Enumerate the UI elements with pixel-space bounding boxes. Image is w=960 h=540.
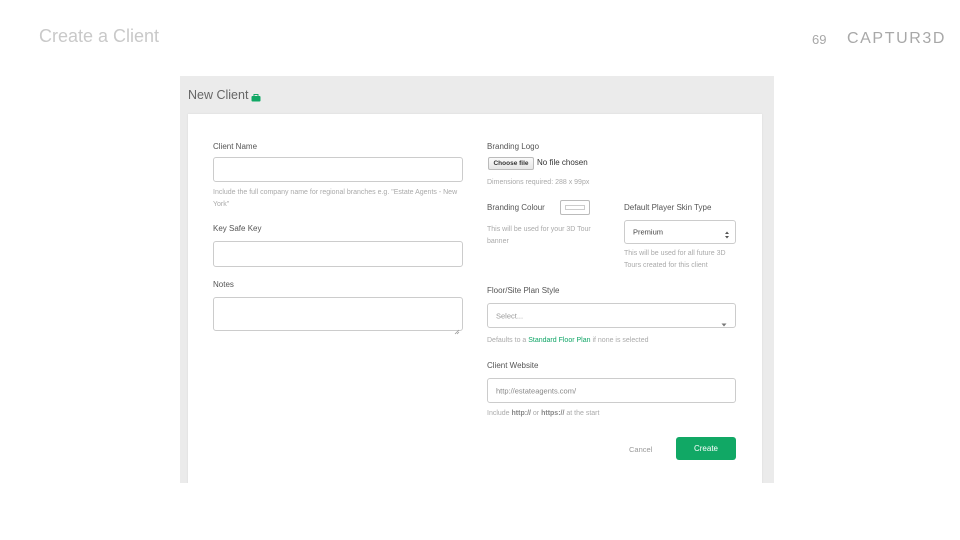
website-hint-https: https:// bbox=[541, 410, 565, 417]
player-skin-select[interactable]: Premium bbox=[624, 220, 736, 244]
form-header: New Client bbox=[188, 88, 261, 102]
key-safe-key-label: Key Safe Key bbox=[213, 224, 262, 233]
branding-colour-hint: This will be used for your 3D Tour banne… bbox=[487, 226, 591, 245]
floor-plan-style-placeholder: Select... bbox=[496, 311, 524, 320]
form-title: New Client bbox=[188, 88, 249, 102]
player-skin-label: Default Player Skin Type bbox=[624, 203, 712, 212]
key-safe-key-input[interactable] bbox=[213, 241, 463, 267]
player-skin-value: Premium bbox=[633, 227, 664, 237]
player-skin-hint: This will be used for all future 3D Tour… bbox=[624, 250, 726, 269]
brand-logo: CAPTUR3D bbox=[847, 30, 947, 47]
client-name-input[interactable] bbox=[213, 157, 463, 182]
website-hint-http: http:// bbox=[511, 410, 531, 417]
notes-textarea[interactable] bbox=[213, 297, 463, 335]
resize-grip-icon[interactable] bbox=[454, 322, 460, 335]
client-name-label: Client Name bbox=[213, 142, 258, 151]
create-button[interactable]: Create bbox=[676, 437, 736, 460]
choose-file-button[interactable]: Choose file bbox=[488, 157, 534, 170]
floor-plan-style-label: Floor/Site Plan Style bbox=[487, 286, 560, 295]
notes-label: Notes bbox=[213, 280, 234, 289]
branding-logo-label: Branding Logo bbox=[487, 142, 540, 151]
cancel-button[interactable]: Cancel bbox=[629, 445, 652, 454]
chevron-down-icon bbox=[721, 314, 727, 332]
branding-logo-hint: Dimensions required: 288 x 99px bbox=[487, 179, 590, 186]
website-hint-text-1: Include bbox=[487, 410, 512, 417]
page-number: 69 bbox=[812, 32, 827, 47]
floor-plan-style-hint: Defaults to a Standard Floor Plan if non… bbox=[487, 335, 649, 347]
floor-plan-hint-text-1: Defaults to a bbox=[487, 337, 529, 344]
app-frame: New Client Client Name Include the full … bbox=[180, 76, 774, 483]
client-website-hint: Include http:// or https:// at the start bbox=[487, 408, 599, 420]
branding-colour-label: Branding Colour bbox=[487, 203, 545, 212]
client-website-placeholder: http://estateagents.com/ bbox=[496, 386, 577, 395]
briefcase-icon bbox=[251, 91, 261, 102]
select-arrows-icon bbox=[724, 227, 730, 245]
floor-plan-style-select[interactable]: Select... bbox=[487, 303, 736, 328]
slide-title: Create a Client bbox=[39, 26, 160, 46]
floor-plan-hint-text-2: if none is selected bbox=[590, 337, 649, 344]
client-name-hint: Include the full company name for region… bbox=[213, 189, 458, 208]
website-hint-text-3: at the start bbox=[564, 410, 600, 417]
file-status: No file chosen bbox=[537, 158, 588, 167]
branding-colour-picker[interactable] bbox=[560, 200, 590, 215]
standard-floor-plan-link[interactable]: Standard Floor Plan bbox=[528, 337, 590, 344]
client-website-input[interactable]: http://estateagents.com/ bbox=[487, 378, 736, 403]
website-hint-text-2: or bbox=[530, 410, 542, 417]
client-website-label: Client Website bbox=[487, 361, 539, 370]
client-form: Client Name Include the full company nam… bbox=[188, 114, 762, 483]
